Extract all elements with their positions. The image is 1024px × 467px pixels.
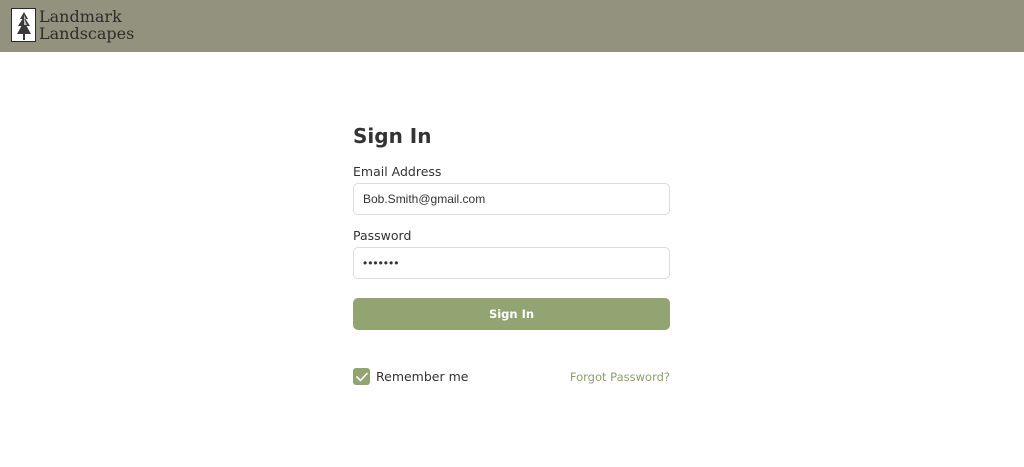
brand-line-1: Landmark	[39, 7, 122, 26]
remember-me-checkbox[interactable]	[353, 368, 370, 385]
pine-tree-icon	[11, 8, 36, 42]
password-label: Password	[353, 228, 412, 243]
password-field[interactable]	[353, 247, 670, 279]
checkmark-icon	[355, 372, 368, 381]
top-header-bar: Landmark Landscapes	[0, 0, 1024, 52]
brand-name: Landmark Landscapes	[39, 8, 134, 42]
brand-logo[interactable]: Landmark Landscapes	[11, 8, 134, 42]
sign-in-button[interactable]: Sign In	[353, 298, 670, 330]
email-field[interactable]	[353, 183, 670, 215]
email-label: Email Address	[353, 164, 442, 179]
remember-me-toggle[interactable]: Remember me	[353, 368, 468, 385]
brand-line-2: Landscapes	[39, 24, 135, 43]
page-title: Sign In	[353, 124, 432, 148]
forgot-password-link[interactable]: Forgot Password?	[570, 370, 670, 384]
remember-me-label: Remember me	[376, 369, 469, 384]
